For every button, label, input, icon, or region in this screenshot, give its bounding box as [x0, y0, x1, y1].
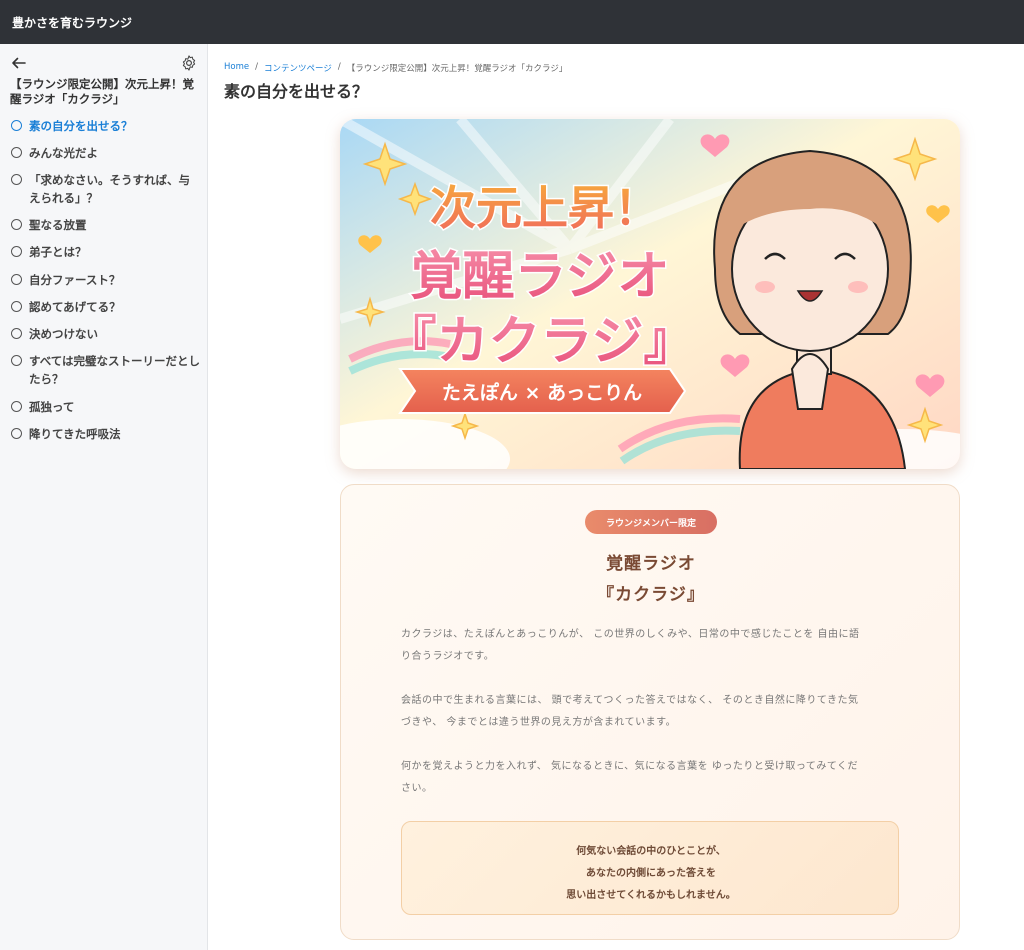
hero-illustration: 次元上昇！ 覚醒ラジオ 『カクラジ』 たえぽん × あっこりん: [340, 119, 960, 469]
lesson-label: 素の自分を出せる？: [29, 119, 133, 133]
breadcrumb-content-link[interactable]: コンテンツページ: [264, 62, 332, 74]
paragraph-line: カクラジは、たえぽんとあっこりんが、 この世界のしくみや、日常の中で感じたことを…: [401, 629, 860, 640]
circle-icon: [11, 246, 22, 257]
lesson-item[interactable]: みんな光だよ: [10, 144, 200, 162]
lesson-label: すべては完璧なストーリーだとしたら？: [29, 354, 201, 386]
paragraph: 何かを覚えようと力を入れず、 気になるときに、気になる言葉を ゆったりと受け取っ…: [401, 756, 901, 800]
lesson-label: みんな光だよ: [29, 146, 98, 160]
lesson-item[interactable]: 孤独って: [10, 398, 200, 416]
breadcrumb-separator: /: [255, 62, 258, 72]
lesson-label: 聖なる放置: [29, 218, 87, 232]
hero-title-line2: 覚醒ラジオ: [411, 247, 670, 307]
lesson-label: 孤独って: [29, 400, 75, 414]
lesson-item[interactable]: 聖なる放置: [10, 216, 200, 234]
breadcrumb-home-link[interactable]: Home: [224, 62, 249, 74]
back-arrow-icon[interactable]: [10, 54, 28, 72]
quote-line: 何気ない会話の中のひとことが、: [576, 846, 726, 857]
app-title: 豊かさを育むラウンジ: [12, 15, 133, 30]
lesson-item[interactable]: 認めてあげてる？: [10, 298, 200, 316]
course-title: 【ラウンジ限定公開】次元上昇！覚醒ラジオ「カクラジ」: [10, 77, 194, 106]
sidebar: 【ラウンジ限定公開】次元上昇！覚醒ラジオ「カクラジ」 素の自分を出せる？ みんな…: [0, 44, 208, 950]
breadcrumb: Home / コンテンツページ / 【ラウンジ限定公開】次元上昇！覚醒ラジオ「カ…: [224, 62, 567, 74]
circle-icon: [11, 174, 22, 185]
lesson-item[interactable]: 弟子とは？: [10, 243, 200, 261]
circle-icon: [11, 428, 22, 439]
paragraph-line: り合うラジオです。: [401, 651, 495, 662]
quote-line: 思い出させてくれるかもしれません。: [566, 890, 736, 901]
lesson-item[interactable]: 素の自分を出せる？: [10, 117, 200, 135]
lesson-item[interactable]: 決めつけない: [10, 325, 200, 343]
circle-icon: [11, 120, 22, 131]
lesson-item[interactable]: 「求めなさい。そうすれば、与えられる」？: [10, 171, 200, 207]
circle-icon: [11, 147, 22, 158]
page-title: 素の自分を出せる？: [224, 82, 369, 101]
paragraph: カクラジは、たえぽんとあっこりんが、 この世界のしくみや、日常の中で感じたことを…: [401, 624, 901, 668]
lesson-item[interactable]: 降りてきた呼吸法: [10, 425, 200, 443]
lesson-label: 弟子とは？: [29, 245, 87, 259]
quote-line: あなたの内側にあった答えを: [586, 868, 716, 879]
lesson-label: 自分ファースト？: [29, 273, 121, 287]
circle-icon: [11, 328, 22, 339]
circle-icon: [11, 355, 22, 366]
breadcrumb-separator: /: [337, 62, 341, 72]
lesson-label: 降りてきた呼吸法: [29, 427, 121, 441]
info-card: ラウンジメンバー限定 覚醒ラジオ 『カクラジ』 カクラジは、たえぽんとあっこりん…: [340, 484, 960, 940]
paragraph-line: 会話の中で生まれる言葉には、 頭で考えてつくった答えではなく、 そのとき自然に降…: [401, 695, 859, 706]
gear-icon[interactable]: [180, 54, 198, 72]
breadcrumb-current: 【ラウンジ限定公開】次元上昇！覚醒ラジオ「カクラジ」: [346, 64, 568, 74]
lesson-label: 認めてあげてる？: [29, 300, 121, 314]
paragraph-line: 何かを覚えようと力を入れず、 気になるときに、気になる言葉を ゆったりと受け取っ…: [401, 761, 859, 772]
quote-box: 何気ない会話の中のひとことが、 あなたの内側にあった答えを 思い出させてくれるか…: [401, 821, 899, 915]
lesson-item[interactable]: 自分ファースト？: [10, 271, 200, 289]
hero-title-line3: 『カクラジ』: [385, 312, 696, 372]
top-bar: 豊かさを育むラウンジ: [0, 0, 1024, 44]
paragraph: 会話の中で生まれる言葉には、 頭で考えてつくった答えではなく、 そのとき自然に降…: [401, 690, 901, 734]
sidebar-header: [0, 44, 207, 80]
lesson-label: 決めつけない: [29, 327, 98, 341]
circle-icon: [11, 219, 22, 230]
card-title-line1: 覚醒ラジオ: [606, 554, 696, 574]
paragraph-line: さい。: [401, 783, 433, 794]
hero-banner: 次元上昇！ 覚醒ラジオ 『カクラジ』 たえぽん × あっこりん: [340, 119, 960, 469]
hero-title-line1: 次元上昇！: [430, 181, 660, 235]
main-content: Home / コンテンツページ / 【ラウンジ限定公開】次元上昇！覚醒ラジオ「カ…: [208, 44, 1024, 950]
lesson-label: 「求めなさい。そうすれば、与えられる」？: [29, 173, 190, 205]
circle-icon: [11, 274, 22, 285]
paragraph-line: づきや、 今までとは違う世界の見え方が含まれています。: [401, 717, 677, 728]
hero-ribbon-text: たえぽん × あっこりん: [442, 381, 642, 404]
members-only-badge: ラウンジメンバー限定: [585, 510, 717, 534]
circle-icon: [11, 401, 22, 412]
card-title-line2: 『カクラジ』: [597, 585, 705, 605]
circle-icon: [11, 301, 22, 312]
lesson-item[interactable]: すべては完璧なストーリーだとしたら？: [10, 352, 200, 388]
